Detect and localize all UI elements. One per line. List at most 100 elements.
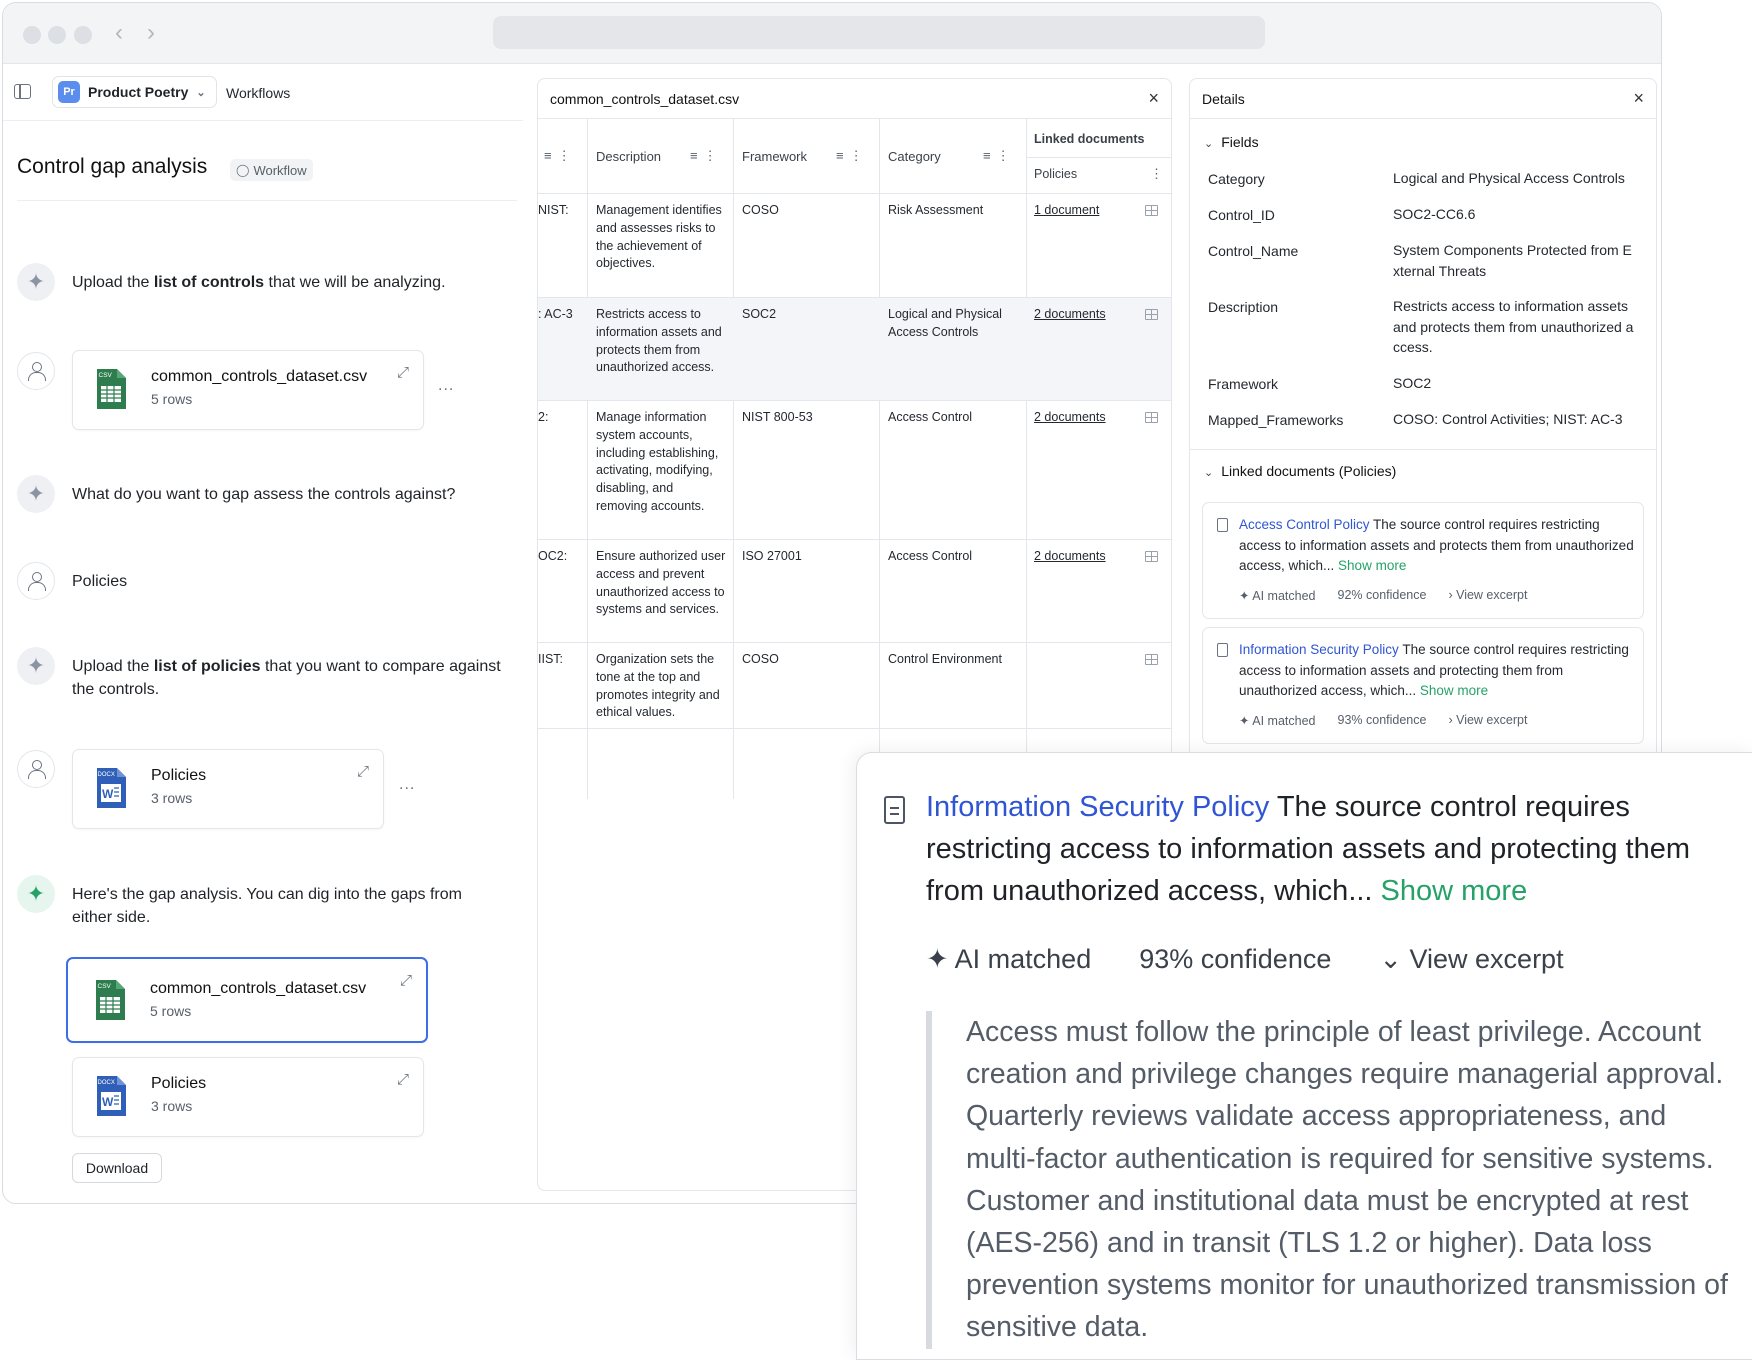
col-header-policies[interactable]: Policies	[1034, 167, 1077, 181]
field-label: Category	[1208, 171, 1265, 187]
expand-icon[interactable]: ⤢	[400, 972, 412, 989]
sparkle-icon: ✦	[17, 647, 55, 685]
window-zoom-dot[interactable]	[74, 26, 92, 44]
file-name: common_controls_dataset.csv	[150, 980, 367, 997]
workflow-badge-label: Workflow	[253, 162, 307, 178]
sparkle-icon: ✦	[17, 875, 55, 913]
linked-document-card[interactable]: Access Control Policy The source control…	[1202, 502, 1644, 619]
confidence-label: 93% confidence	[1337, 713, 1427, 727]
excerpt-quote: Access must follow the principle of leas…	[926, 1011, 1741, 1349]
table-row[interactable]: NIST: Management identifies and assesses…	[538, 193, 1171, 297]
title-divider	[17, 200, 517, 201]
download-button[interactable]: Download	[72, 1153, 162, 1183]
grid-icon[interactable]	[1145, 205, 1158, 216]
cell-mapped: OC2:	[538, 549, 568, 563]
grid-icon[interactable]	[1145, 412, 1158, 423]
table-row[interactable]: 2: Manage information system accounts, i…	[538, 400, 1171, 539]
assistant-message: What do you want to gap assess the contr…	[72, 486, 456, 503]
file-card-csv[interactable]: CSV common_controls_dataset.csv 5 rows ⤢	[72, 350, 424, 430]
forward-arrow-icon[interactable]: ›	[147, 21, 155, 45]
expand-icon[interactable]: ⤢	[397, 364, 409, 381]
assistant-message: Upload the list of controls that we will…	[72, 274, 446, 291]
col-header-description[interactable]: Description	[596, 149, 661, 164]
url-bar[interactable]	[493, 16, 1265, 49]
cell-description: Restricts access to information assets a…	[596, 307, 722, 375]
close-icon[interactable]: ×	[1633, 88, 1644, 109]
chevron-down-icon: ⌄	[196, 86, 206, 99]
chevron-down-icon: ⌄	[1204, 138, 1214, 150]
zoom-show-more-link[interactable]: Show more	[1381, 875, 1528, 907]
file-name: common_controls_dataset.csv	[151, 368, 368, 385]
user-icon	[28, 362, 46, 381]
sidebar-toggle-icon[interactable]	[14, 84, 31, 99]
linked-document-link[interactable]: Information Security Policy	[1239, 642, 1399, 657]
table-row[interactable]: IIST: Organization sets the tone at the …	[538, 642, 1171, 729]
linked-document-card[interactable]: Information Security Policy The source c…	[1202, 627, 1644, 744]
more-options-button[interactable]: ...	[399, 776, 415, 794]
linked-document-summary: Information Security Policy The source c…	[1239, 640, 1635, 702]
linked-docs-link[interactable]: 1 document	[1034, 202, 1099, 220]
view-excerpt-toggle[interactable]: › View excerpt	[1448, 588, 1527, 603]
view-excerpt-toggle[interactable]: › View excerpt	[1448, 713, 1527, 728]
svg-text:W: W	[102, 787, 114, 801]
file-name: Policies	[151, 1075, 207, 1092]
table-row[interactable]: : AC-3 Restricts access to information a…	[538, 297, 1171, 400]
breadcrumb-workflows[interactable]: Workflows	[226, 85, 290, 101]
field-value: SOC2-CC6.6	[1393, 206, 1476, 222]
linked-docs-link[interactable]: 2 documents	[1034, 548, 1106, 566]
filter-icon[interactable]: ≡⋮	[983, 148, 1016, 164]
show-more-link[interactable]: Show more	[1338, 558, 1406, 573]
grid-icon[interactable]	[1145, 551, 1158, 562]
workspace-switcher[interactable]: Pr Product Poetry ⌄	[52, 76, 217, 108]
field-label: Mapped_Frameworks	[1208, 412, 1344, 428]
window-minimize-dot[interactable]	[48, 26, 66, 44]
linked-section-toggle[interactable]: ⌄ Linked documents (Policies)	[1204, 463, 1396, 479]
file-card-docx-result[interactable]: W DOCX Policies 3 rows ⤢	[72, 1057, 424, 1137]
linked-document-link[interactable]: Access Control Policy	[1239, 517, 1370, 532]
file-card-docx[interactable]: W DOCX Policies 3 rows ⤢	[72, 749, 384, 829]
window-close-dot[interactable]	[23, 26, 41, 44]
filter-icon[interactable]: ≡⋮	[544, 148, 577, 164]
show-more-link[interactable]: Show more	[1420, 683, 1488, 698]
cell-framework: NIST 800-53	[742, 410, 813, 424]
cell-category: Access Control	[888, 549, 973, 563]
linked-docs-link[interactable]: 2 documents	[1034, 306, 1106, 324]
close-icon[interactable]: ×	[1148, 88, 1159, 109]
linked-docs-link[interactable]: 2 documents	[1034, 409, 1106, 427]
cell-mapped: NIST:	[538, 203, 569, 217]
confidence-label: 93% confidence	[1139, 944, 1332, 974]
fields-section-toggle[interactable]: ⌄ Fields	[1204, 134, 1259, 150]
chevron-down-icon: ⌄	[1204, 467, 1214, 479]
assistant-message: Here's the gap analysis. You can dig int…	[72, 886, 462, 926]
filter-icon[interactable]: ≡⋮	[836, 148, 869, 164]
expand-icon[interactable]: ⤢	[397, 1071, 409, 1088]
table-panel-header: common_controls_dataset.csv ×	[538, 79, 1171, 119]
user-icon	[28, 572, 46, 591]
cell-description: Organization sets the tone at the top an…	[596, 652, 720, 720]
zoom-document-summary: Information Security Policy The source c…	[926, 786, 1741, 912]
table-row[interactable]: OC2: Ensure authorized user access and p…	[538, 539, 1171, 642]
cell-description: Manage information system accounts, incl…	[596, 410, 719, 513]
page-title: Control gap analysis	[17, 155, 208, 178]
cell-mapped: : AC-3	[538, 307, 573, 321]
col-header-framework[interactable]: Framework	[742, 149, 807, 164]
cell-description: Ensure authorized user access and preven…	[596, 549, 726, 617]
expand-icon[interactable]: ⤢	[357, 763, 369, 780]
cell-category: Control Environment	[888, 652, 1002, 666]
document-icon	[1217, 518, 1228, 532]
grid-icon[interactable]	[1145, 309, 1158, 320]
field-label: Framework	[1208, 376, 1279, 392]
filter-icon[interactable]: ≡⋮	[690, 148, 723, 164]
kebab-icon[interactable]: ⋮	[1150, 166, 1169, 182]
col-header-category[interactable]: Category	[888, 149, 941, 164]
grid-icon[interactable]	[1145, 654, 1158, 665]
file-card-csv-result[interactable]: CSV common_controls_dataset.csv 5 rows ⤢	[66, 957, 428, 1043]
back-arrow-icon[interactable]: ‹	[115, 21, 123, 45]
view-excerpt-toggle[interactable]: ⌄ View excerpt	[1379, 944, 1563, 975]
zoom-document-link[interactable]: Information Security Policy	[926, 791, 1269, 823]
details-divider	[1190, 449, 1656, 450]
more-options-button[interactable]: ...	[438, 377, 454, 395]
file-rows: 5 rows	[151, 391, 193, 407]
cell-framework: COSO	[742, 203, 779, 217]
linked-section-title: Linked documents (Policies)	[1221, 463, 1397, 479]
